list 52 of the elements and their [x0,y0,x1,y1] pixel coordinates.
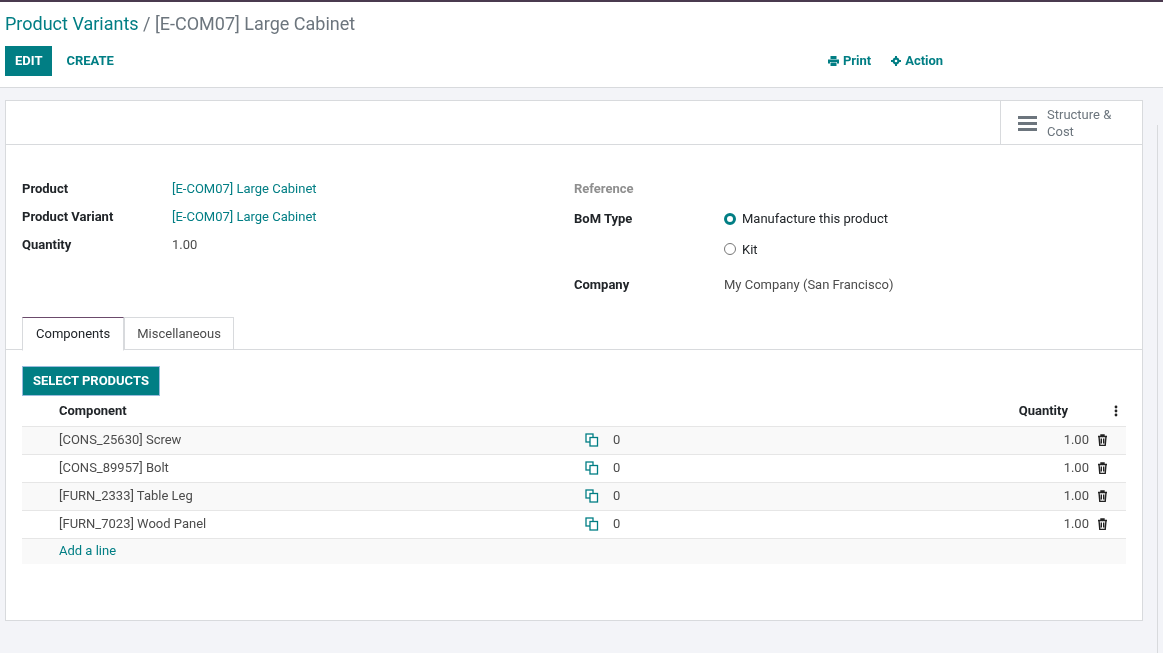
edit-button[interactable]: EDIT [5,46,53,76]
quantity-cell-text: 1.00 [1063,459,1089,478]
printer-icon [827,56,839,66]
structure-cost-button[interactable]: Structure & Cost [1000,101,1142,144]
radio-option[interactable]: Kit [724,239,889,259]
copy-icon[interactable] [585,433,599,447]
field-value: 1.00 [172,236,198,254]
create-button[interactable]: CREATE [52,46,128,76]
select-products-button[interactable]: SELECT PRODUCTS [22,365,160,396]
field-link[interactable]: [E-COM07] Large Cabinet [172,207,317,235]
component-cell[interactable]: [FURN_7023] Wood Panel [59,514,585,534]
copy-icon[interactable] [585,489,599,503]
component-cell[interactable]: [CONS_89957] Bolt [59,458,585,478]
breadcrumb-current: [E-COM07] Large Cabinet [155,13,356,34]
add-line-link[interactable]: Add a line [59,541,117,561]
count-cell-text: 0 [613,515,621,534]
print-button[interactable]: Print [827,51,872,71]
field-label: Reference [574,181,634,196]
trash-icon[interactable] [1097,434,1108,446]
menu-icon [1018,114,1037,131]
kebab-icon[interactable] [1114,404,1118,417]
radio-option[interactable]: Manufacture this product [724,209,889,229]
field-label: Product [22,180,70,198]
field-label: Company [574,276,631,294]
quantity-cell-text: 1.00 [1063,487,1089,506]
quantity-cell-text: 1.00 [1063,431,1089,450]
count-cell-text: 0 [613,459,621,478]
gear-icon [891,56,902,66]
field-link[interactable]: [E-COM07] Large Cabinet [172,179,317,207]
breadcrumb-separator: / [142,13,152,34]
count-cell-text: 0 [613,487,621,506]
trash-icon[interactable] [1097,518,1108,530]
tab[interactable]: Miscellaneous [124,316,234,350]
copy-icon[interactable] [585,517,599,531]
trash-icon[interactable] [1097,462,1108,474]
tab[interactable]: Components [22,316,125,351]
count-cell-text: 0 [613,431,621,450]
field-label: Quantity [22,236,73,254]
quantity-cell-text: 1.00 [1063,515,1089,534]
trash-icon[interactable] [1097,490,1108,502]
component-cell[interactable]: [FURN_2333] Table Leg [59,486,585,506]
column-header[interactable]: Component [59,400,127,421]
radio-button[interactable] [724,212,736,225]
field-label: Product Variant [22,208,115,226]
action-button[interactable]: Action [891,51,944,71]
copy-icon[interactable] [585,461,599,475]
field-label: BoM Type [574,210,634,228]
column-header[interactable]: Quantity [1018,400,1068,421]
component-cell[interactable]: [CONS_25630] Screw [59,430,585,450]
radio-button[interactable] [724,243,736,256]
field-value: My Company (San Francisco) [724,276,894,294]
breadcrumb-link[interactable]: Product Variants [5,13,139,34]
